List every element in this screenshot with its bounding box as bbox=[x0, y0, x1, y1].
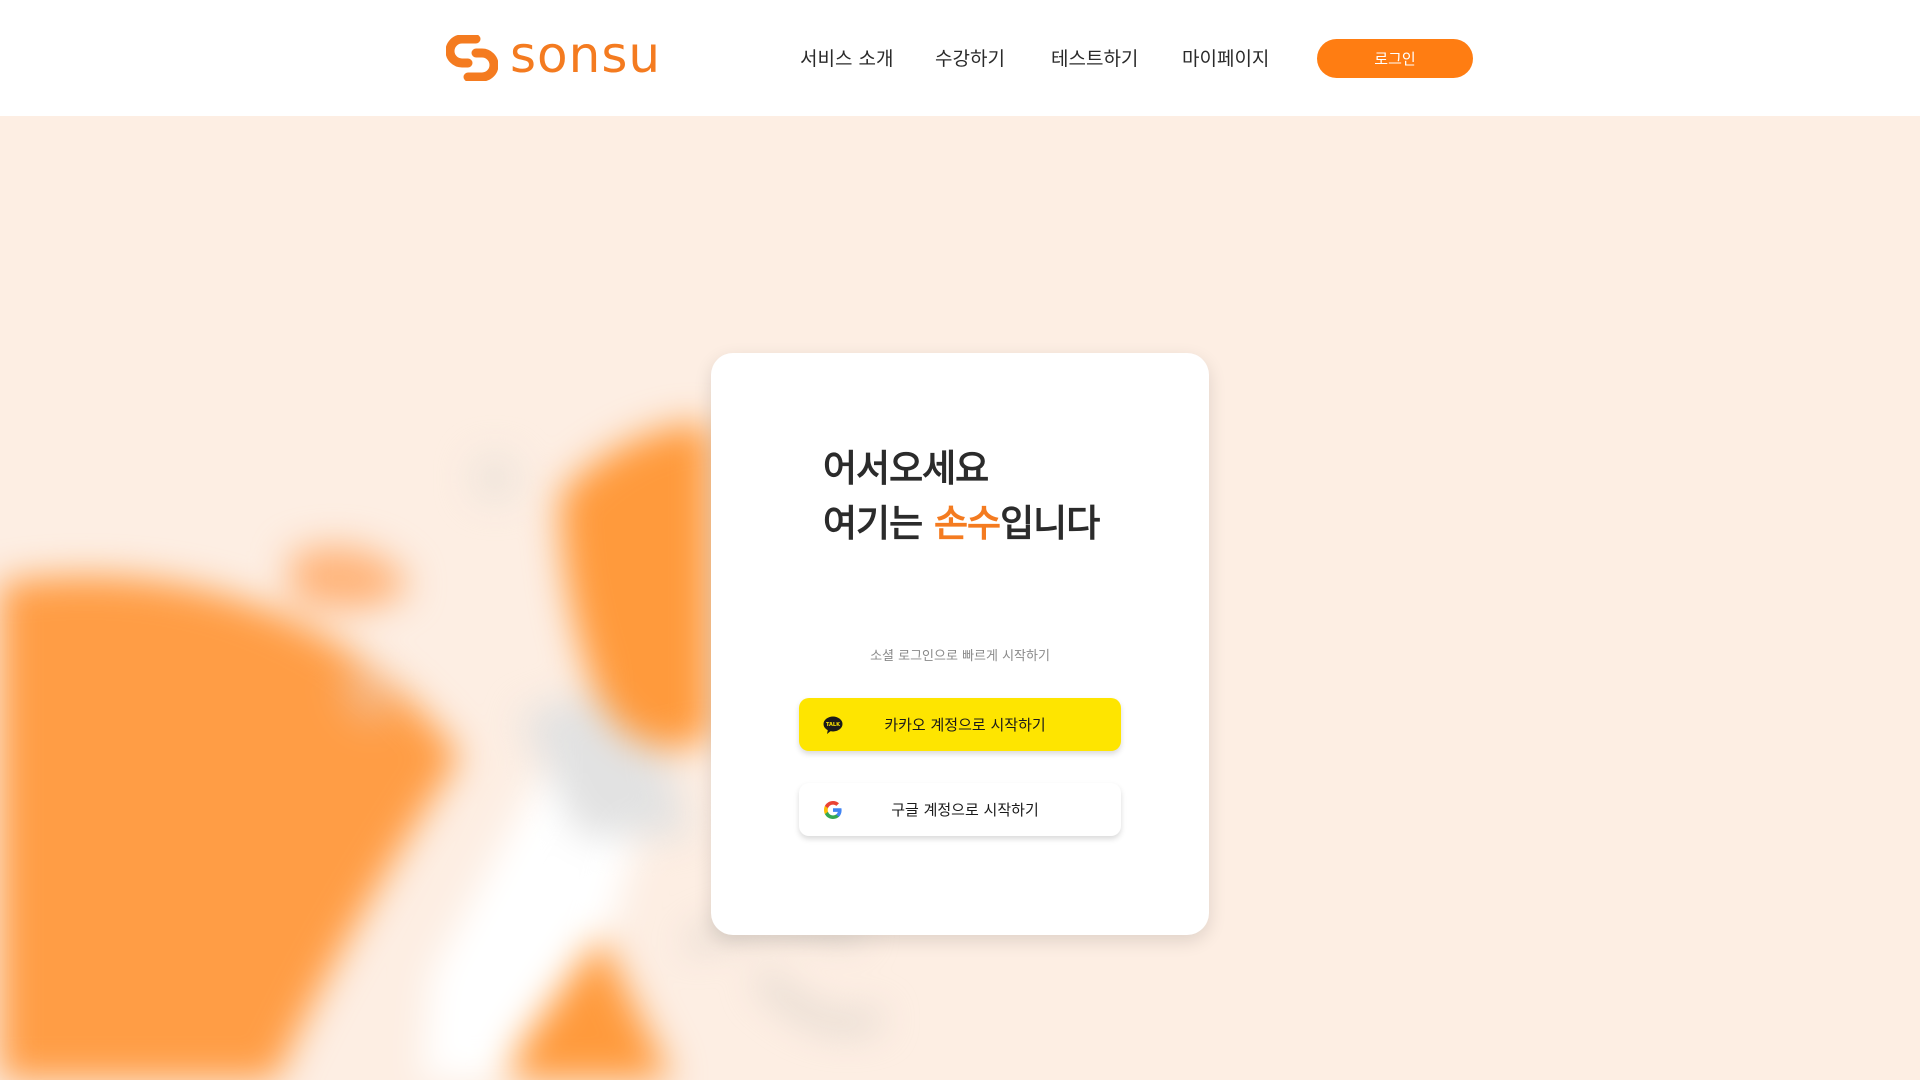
main-area: 어서오세요 여기는 손수입니다 소셜 로그인으로 빠르게 시작하기 TALK 카… bbox=[0, 116, 1920, 1080]
nav-courses[interactable]: 수강하기 bbox=[935, 44, 1005, 71]
sonsu-logo[interactable]: sonsu bbox=[446, 30, 661, 82]
welcome-line-1: 어서오세요 bbox=[823, 447, 989, 490]
kakao-login-label: 카카오 계정으로 시작하기 bbox=[884, 716, 1046, 734]
nav-mypage[interactable]: 마이페이지 bbox=[1182, 44, 1269, 71]
welcome-line-2-suffix: 입니다 bbox=[1000, 502, 1100, 545]
welcome-heading: 어서오세요 여기는 손수입니다 bbox=[823, 441, 1100, 551]
nav-test[interactable]: 테스트하기 bbox=[1051, 44, 1138, 71]
nav-service-intro[interactable]: 서비스 소개 bbox=[800, 44, 893, 71]
welcome-brand-accent: 손수 bbox=[934, 502, 1001, 545]
link-s-icon bbox=[446, 35, 498, 81]
brand-name: sonsu bbox=[510, 26, 662, 84]
social-login-hint: 소셜 로그인으로 빠르게 시작하기 bbox=[870, 649, 1050, 664]
kakao-login-button[interactable]: TALK 카카오 계정으로 시작하기 bbox=[799, 698, 1121, 751]
welcome-line-2: 여기는 손수입니다 bbox=[823, 496, 1100, 551]
google-login-button[interactable]: 구글 계정으로 시작하기 bbox=[799, 783, 1121, 836]
login-button[interactable]: 로그인 bbox=[1317, 39, 1473, 78]
top-header: sonsu 서비스 소개 수강하기 테스트하기 마이페이지 로그인 bbox=[0, 0, 1920, 116]
welcome-line-2-prefix: 여기는 bbox=[823, 502, 935, 545]
login-card: 어서오세요 여기는 손수입니다 소셜 로그인으로 빠르게 시작하기 TALK 카… bbox=[711, 353, 1209, 935]
google-login-label: 구글 계정으로 시작하기 bbox=[891, 801, 1039, 819]
